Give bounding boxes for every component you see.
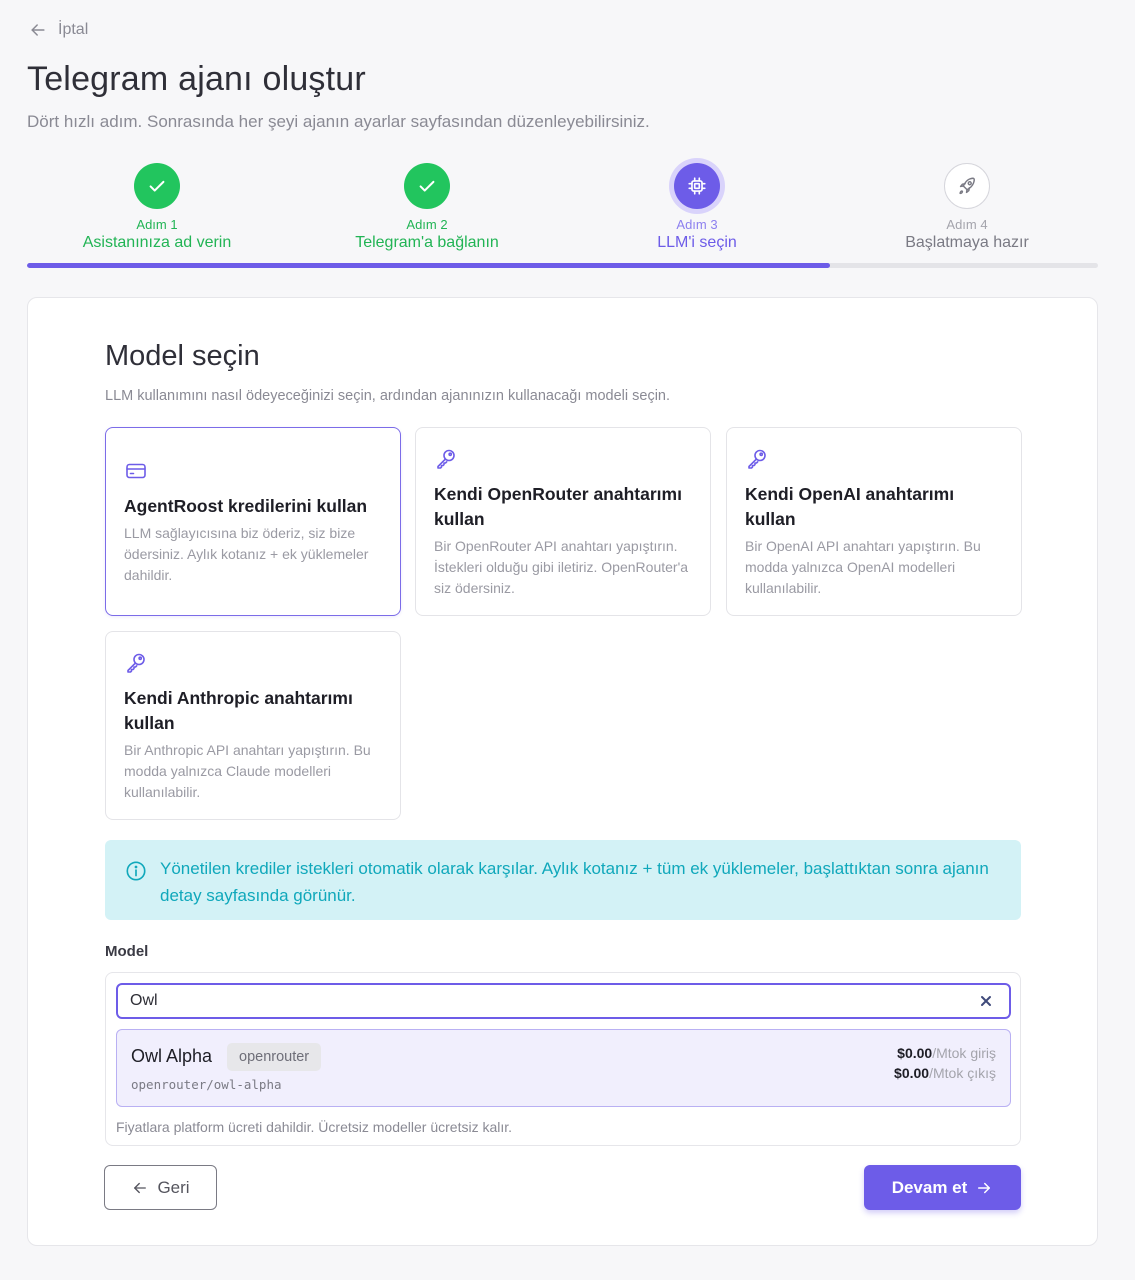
option-agentroost-credits[interactable]: AgentRoost kredilerini kullan LLM sağlay… — [105, 427, 401, 616]
option-title: AgentRoost kredilerini kullan — [124, 496, 368, 516]
continue-button[interactable]: Devam et — [864, 1165, 1021, 1210]
back-button-label: Geri — [157, 1177, 190, 1197]
section-title: Model seçin — [105, 340, 260, 372]
model-label: Model — [105, 943, 149, 960]
arrow-right-icon — [978, 1182, 991, 1193]
page-subtitle: Dört hızlı adım. Sonrasında her şeyi aja… — [27, 112, 650, 131]
page-title: Telegram ajanı oluştur — [27, 60, 366, 98]
arrow-left-icon — [31, 24, 45, 36]
output-price-unit: /Mtok çıkış — [929, 1065, 996, 1081]
model-result-id: openrouter/owl-alpha — [131, 1077, 282, 1092]
model-result-name: Owl Alpha — [131, 1046, 213, 1066]
step-3-number: Adım 3 — [676, 217, 718, 232]
clear-search-button[interactable] — [977, 992, 995, 1010]
option-openai-key[interactable]: Kendi OpenAI anahtarımı kullan Bir OpenA… — [726, 427, 1022, 616]
step-4-number: Adım 4 — [946, 217, 988, 232]
step-1-title: Asistanınıza ad verin — [82, 234, 232, 251]
step-4: Adım 4 Başlatmaya hazır — [837, 160, 1097, 252]
option-title: Kendi OpenAI anahtarımı kullan — [745, 484, 955, 529]
check-icon — [149, 180, 165, 192]
back-button[interactable]: Geri — [104, 1165, 217, 1210]
step-4-circle — [944, 163, 990, 209]
section-description: LLM kullanımını nasıl ödeyeceğinizi seçi… — [105, 388, 671, 404]
arrow-left-icon — [134, 1182, 147, 1193]
step-3-circle — [674, 163, 720, 209]
input-price-unit: /Mtok giriş — [932, 1045, 996, 1061]
model-selection-card: Model seçin LLM kullanımını nasıl ödeyec… — [27, 297, 1098, 1246]
model-search-field[interactable] — [116, 983, 1011, 1019]
input-price-value: $0.00 — [897, 1045, 933, 1061]
cpu-chip-icon — [688, 177, 706, 195]
option-description: Bir Anthropic API anahtarı yapıştırın. B… — [124, 742, 371, 800]
model-result-item[interactable]: Owl Alpha openrouter openrouter/owl-alph… — [116, 1029, 1011, 1107]
step-2: Adım 2 Telegram'a bağlanın — [297, 160, 557, 252]
option-title: Kendi Anthropic anahtarımı kullan — [124, 688, 353, 733]
step-4-title: Başlatmaya hazır — [905, 234, 1029, 251]
key-icon — [434, 447, 458, 471]
option-title: Kendi OpenRouter anahtarımı kullan — [434, 484, 682, 529]
stepper-progress-track — [27, 263, 1098, 268]
output-price: $0.00/Mtok çıkış — [894, 1065, 996, 1081]
option-openrouter-key[interactable]: Kendi OpenRouter anahtarımı kullan Bir O… — [415, 427, 711, 616]
credit-card-icon — [124, 459, 148, 483]
close-icon — [981, 996, 991, 1006]
option-description: Bir OpenAI API anahtarı yapıştırın. Bu m… — [745, 538, 981, 596]
step-1-number: Adım 1 — [136, 217, 178, 232]
key-icon — [745, 447, 769, 471]
output-price-value: $0.00 — [894, 1065, 930, 1081]
key-icon — [124, 651, 148, 675]
cancel-link[interactable]: İptal — [28, 20, 88, 40]
cancel-label: İptal — [58, 21, 89, 38]
info-icon — [126, 861, 146, 881]
step-1-circle — [134, 163, 180, 209]
pricing-note: Fiyatlara platform ücreti dahildir. Ücre… — [116, 1119, 513, 1135]
info-text: Yönetilen krediler istekleri otomatik ol… — [160, 859, 989, 905]
step-3: Adım 3 LLM'i seçin — [567, 160, 827, 252]
continue-button-label: Devam et — [891, 1177, 968, 1197]
step-2-circle — [404, 163, 450, 209]
step-1: Adım 1 Asistanınıza ad verin — [27, 160, 287, 252]
step-2-title: Telegram'a bağlanın — [355, 234, 499, 251]
info-banner: Yönetilen krediler istekleri otomatik ol… — [105, 840, 1021, 920]
provider-badge: openrouter — [227, 1043, 322, 1071]
option-description: Bir OpenRouter API anahtarı yapıştırın. … — [434, 538, 689, 596]
model-picker: Owl Alpha openrouter openrouter/owl-alph… — [105, 972, 1021, 1146]
option-description: LLM sağlayıcısına biz öderiz, siz bize ö… — [124, 525, 369, 583]
stepper-progress-fill — [27, 263, 831, 268]
check-icon — [419, 180, 435, 192]
step-2-number: Adım 2 — [406, 217, 448, 232]
model-search-input[interactable] — [130, 990, 970, 1012]
input-price: $0.00/Mtok giriş — [897, 1045, 996, 1061]
rocket-icon — [959, 177, 975, 195]
step-3-title: LLM'i seçin — [657, 234, 737, 251]
stepper: Adım 1 Asistanınıza ad verin Adım 2 Tele… — [27, 160, 1098, 270]
option-anthropic-key[interactable]: Kendi Anthropic anahtarımı kullan Bir An… — [105, 631, 401, 820]
